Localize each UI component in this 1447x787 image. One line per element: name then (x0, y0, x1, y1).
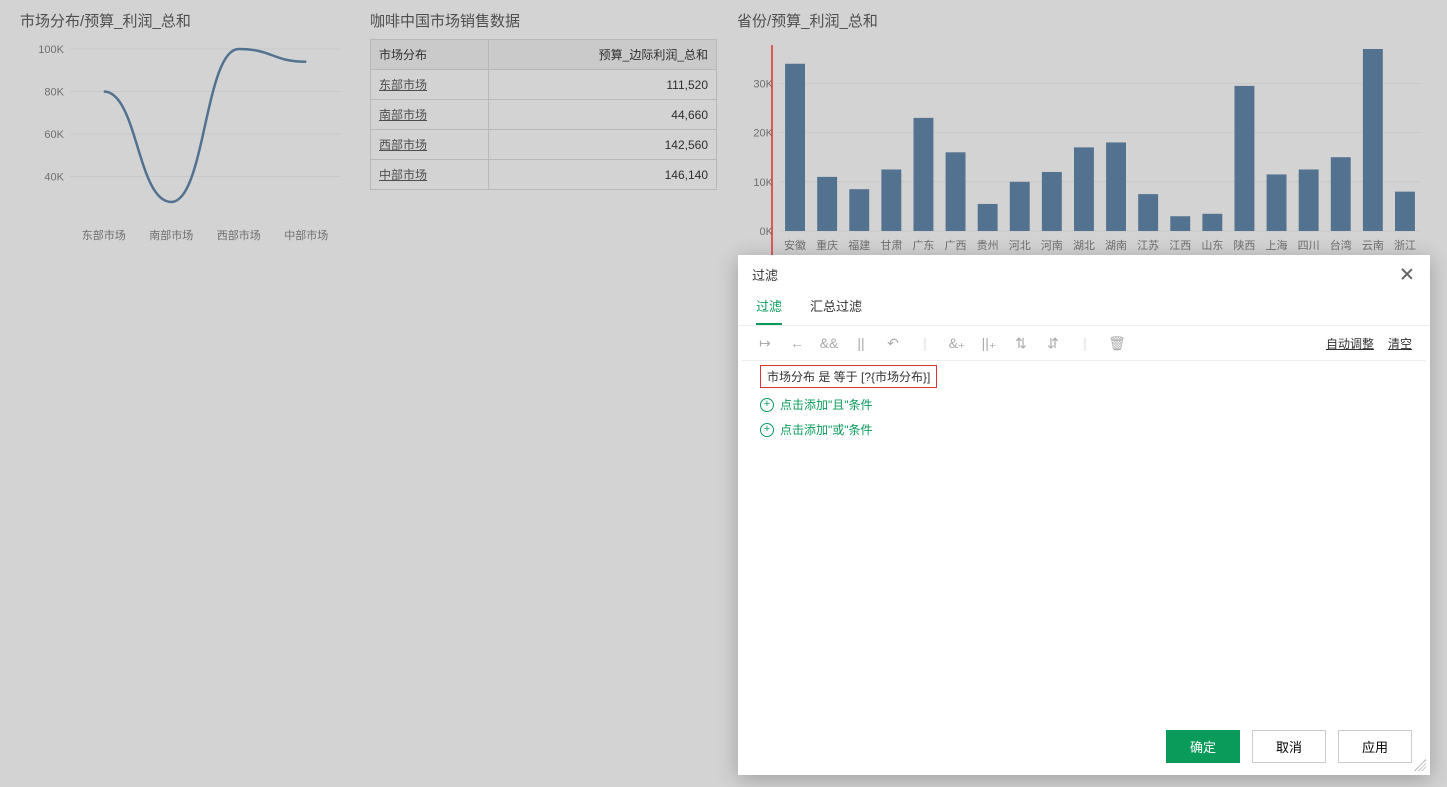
dashboard: 市场分布/预算_利润_总和 40K60K80K100K东部市场南部市场西部市场中… (0, 0, 1447, 269)
svg-text:40K: 40K (44, 172, 64, 184)
svg-text:重庆: 重庆 (816, 238, 838, 252)
svg-text:80K: 80K (44, 87, 64, 99)
svg-text:河南: 河南 (1041, 239, 1063, 252)
svg-text:山东: 山东 (1201, 239, 1223, 252)
table-header-col2[interactable]: 预算_边际利润_总和 (488, 40, 716, 70)
data-table[interactable]: 市场分布 预算_边际利润_总和 东部市场111,520南部市场44,660西部市… (370, 39, 717, 190)
condition-area[interactable]: 市场分布 是 等于 [?{市场分布}] + 点击添加"且"条件 + 点击添加"或… (742, 360, 1426, 718)
bar-chart-panel: 省份/预算_利润_总和 0K 10K 20K 30K 安徽重庆福建甘肃广东广西贵州河北河… (737, 10, 1427, 259)
table-row[interactable]: 东部市场 111,520 (371, 70, 717, 100)
sort-asc-icon[interactable]: ⇅ (1012, 334, 1030, 352)
and-icon[interactable]: && (820, 334, 838, 352)
table-cell-value: 142,560 (488, 130, 716, 160)
svg-text:湖南: 湖南 (1105, 239, 1127, 252)
svg-text:东部市场: 东部市场 (82, 228, 126, 242)
svg-text:湖北: 湖北 (1073, 239, 1095, 252)
svg-text:河北: 河北 (1009, 239, 1031, 252)
svg-text:台湾: 台湾 (1330, 238, 1352, 252)
add-and-label: 点击添加"且"条件 (780, 396, 873, 413)
indent-right-icon[interactable]: ↦ (756, 334, 774, 352)
table-panel: 咖啡中国市场销售数据 市场分布 预算_边际利润_总和 东部市场111,520南部… (370, 10, 717, 259)
table-title: 咖啡中国市场销售数据 (370, 10, 717, 31)
or-plus-icon[interactable]: ||₊ (980, 334, 998, 352)
filter-condition[interactable]: 市场分布 是 等于 [?{市场分布}] (760, 365, 937, 388)
svg-text:福建: 福建 (848, 238, 870, 252)
bar-chart[interactable]: 0K 10K 20K 30K 安徽重庆福建甘肃广东广西贵州河北河南湖北湖南江苏江西山东陕… (737, 39, 1427, 259)
svg-text:20K: 20K (753, 128, 773, 140)
svg-text:60K: 60K (44, 129, 64, 141)
svg-text:30K: 30K (753, 78, 773, 90)
line-chart-panel: 市场分布/预算_利润_总和 40K 60K 80K 100K 东部市场 南部市场 西部市场 中… (20, 10, 350, 259)
svg-text:中部市场: 中部市场 (284, 228, 328, 242)
undo-icon[interactable]: ↶ (884, 334, 902, 352)
line-chart[interactable]: 40K 60K 80K 100K 东部市场 南部市场 西部市场 中部市场 (20, 39, 350, 249)
table-row[interactable]: 西部市场 142,560 (371, 130, 717, 160)
table-cell-value: 111,520 (488, 70, 716, 100)
table-row[interactable]: 中部市场 146,140 (371, 160, 717, 190)
svg-text:10K: 10K (753, 177, 773, 189)
table-cell-value: 146,140 (488, 160, 716, 190)
resize-grip-icon[interactable] (1414, 759, 1426, 771)
dialog-title: 过滤 (752, 265, 778, 284)
sort-desc-icon[interactable]: ⇵ (1044, 334, 1062, 352)
bar-chart-title: 省份/预算_利润_总和 (737, 10, 1427, 31)
table-cell-link[interactable]: 东部市场 (379, 78, 427, 92)
indent-left-icon[interactable]: ← (788, 334, 806, 352)
svg-text:浙江: 浙江 (1394, 239, 1416, 252)
table-row[interactable]: 南部市场 44,660 (371, 100, 717, 130)
tab-filter[interactable]: 过滤 (756, 290, 782, 325)
divider-icon-2: | (1076, 334, 1094, 352)
line-chart-title: 市场分布/预算_利润_总和 (20, 10, 350, 31)
table-cell-link[interactable]: 西部市场 (379, 138, 427, 152)
clear-link[interactable]: 清空 (1388, 335, 1412, 352)
svg-text:贵州: 贵州 (977, 239, 999, 252)
auto-adjust-link[interactable]: 自动调整 (1326, 335, 1374, 352)
close-icon[interactable] (1398, 266, 1416, 284)
dialog-header: 过滤 (738, 255, 1430, 290)
apply-button[interactable]: 应用 (1338, 730, 1412, 763)
svg-text:安徽: 安徽 (784, 238, 806, 252)
table-header-col1[interactable]: 市场分布 (371, 40, 489, 70)
dialog-footer: 确定 取消 应用 (738, 718, 1430, 775)
delete-icon[interactable]: 🗑 (1108, 334, 1126, 352)
table-cell-value: 44,660 (488, 100, 716, 130)
svg-text:100K: 100K (38, 44, 64, 56)
svg-text:西部市场: 西部市场 (217, 228, 261, 242)
table-cell-link[interactable]: 中部市场 (379, 168, 427, 182)
svg-text:广东: 广东 (912, 239, 934, 252)
filter-dialog: 过滤 过滤 汇总过滤 ↦ ← && || ↶ | &₊ ||₊ ⇅ ⇵ | 🗑 … (738, 255, 1430, 775)
svg-text:广西: 广西 (945, 239, 967, 252)
svg-text:江苏: 江苏 (1137, 239, 1159, 252)
svg-text:云南: 云南 (1362, 239, 1384, 252)
svg-text:江西: 江西 (1169, 239, 1191, 252)
table-cell-link[interactable]: 南部市场 (379, 108, 427, 122)
confirm-button[interactable]: 确定 (1166, 730, 1240, 763)
cancel-button[interactable]: 取消 (1252, 730, 1326, 763)
svg-text:四川: 四川 (1298, 240, 1320, 252)
or-icon[interactable]: || (852, 334, 870, 352)
svg-text:甘肃: 甘肃 (880, 239, 902, 252)
and-plus-icon[interactable]: &₊ (948, 334, 966, 352)
plus-icon: + (760, 398, 774, 412)
svg-text:0K: 0K (760, 226, 774, 238)
svg-text:上海: 上海 (1266, 238, 1288, 252)
add-or-condition[interactable]: + 点击添加"或"条件 (760, 421, 1408, 438)
svg-text:陕西: 陕西 (1233, 238, 1255, 252)
divider-icon: | (916, 334, 934, 352)
svg-text:南部市场: 南部市场 (149, 228, 193, 242)
add-and-condition[interactable]: + 点击添加"且"条件 (760, 396, 1408, 413)
filter-toolbar: ↦ ← && || ↶ | &₊ ||₊ ⇅ ⇵ | 🗑 自动调整 清空 (738, 326, 1430, 360)
tab-summary-filter[interactable]: 汇总过滤 (810, 290, 862, 325)
plus-icon: + (760, 423, 774, 437)
add-or-label: 点击添加"或"条件 (780, 421, 873, 438)
dialog-tabs: 过滤 汇总过滤 (738, 290, 1430, 326)
